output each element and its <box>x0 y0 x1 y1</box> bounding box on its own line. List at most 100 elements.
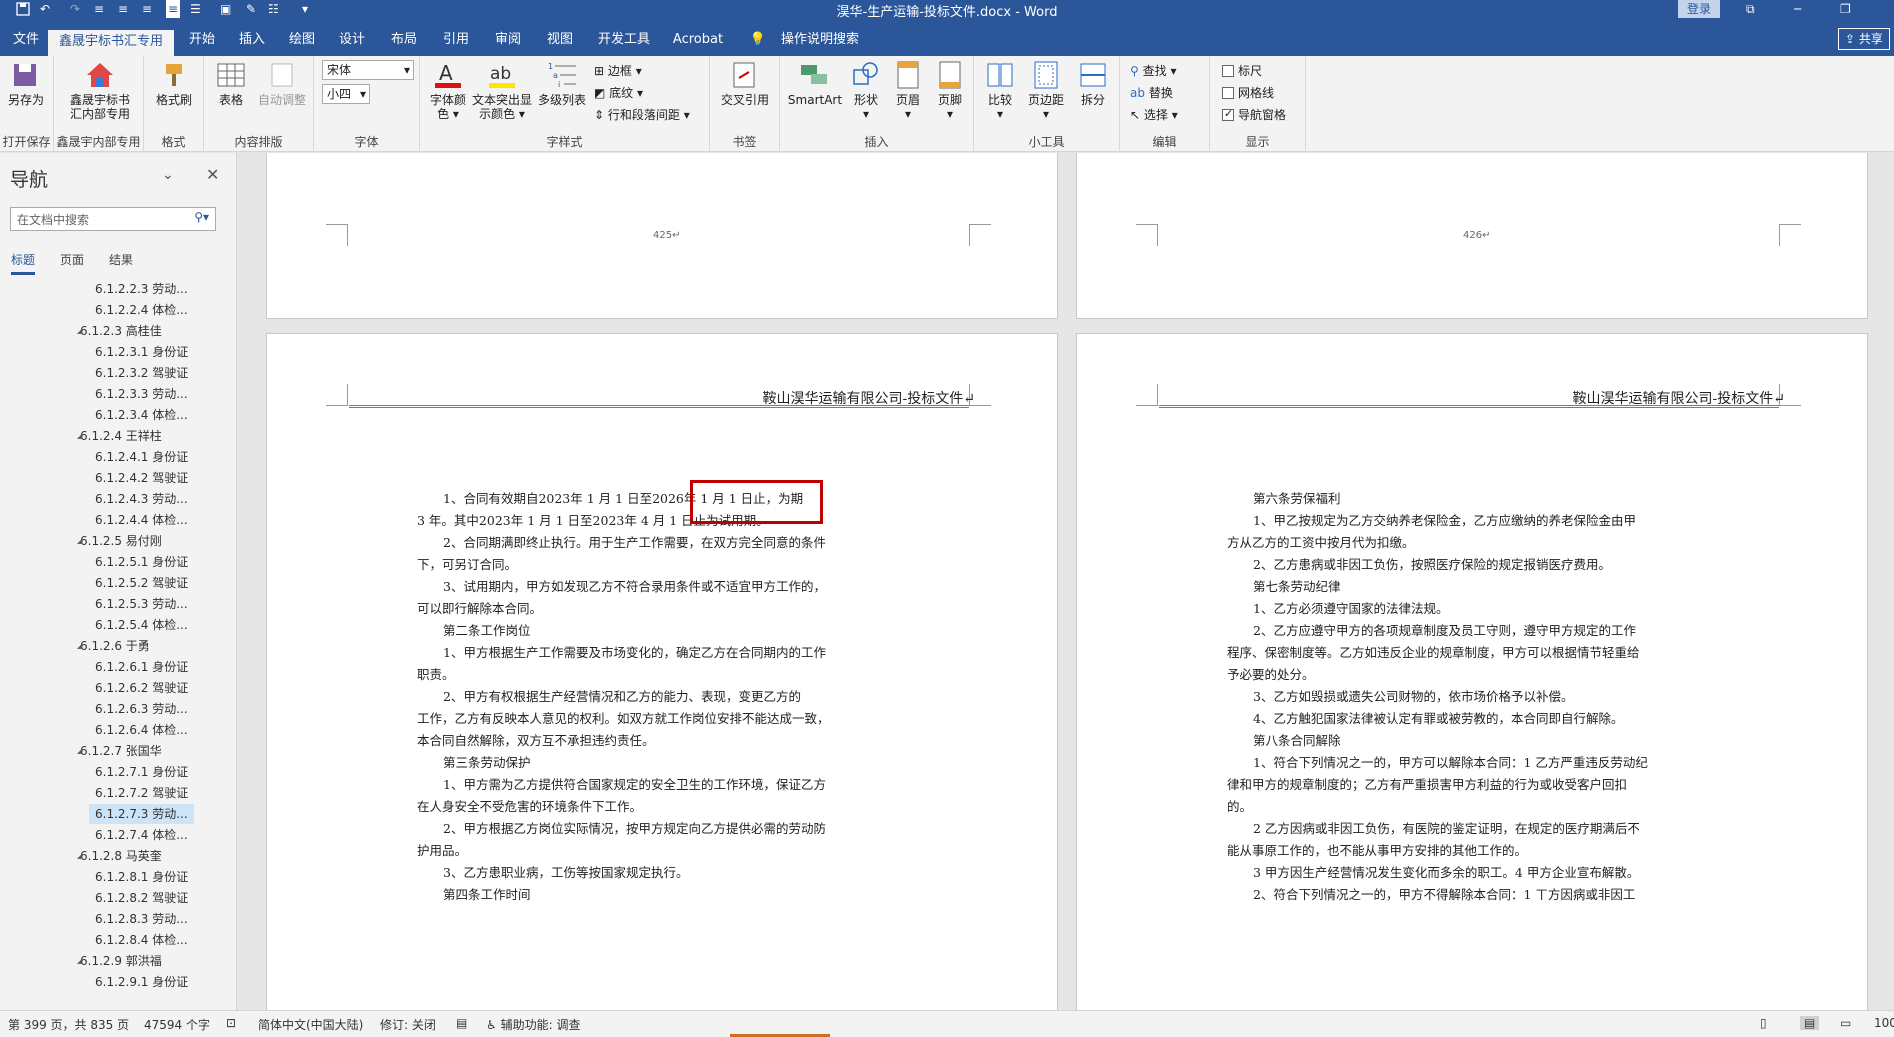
gridlines-checkbox[interactable]: 网格线 <box>1222 84 1274 101</box>
nav-item[interactable]: 6.1.2.2.3 劳动... <box>0 279 236 300</box>
nav-item[interactable]: 6.1.2.3.3 劳动... <box>0 384 236 405</box>
split-button[interactable]: 拆分 <box>1072 60 1114 107</box>
macro-icon[interactable]: ▤ <box>456 1016 467 1030</box>
nav-item[interactable]: 6.1.2.7.1 身份证 <box>0 762 236 783</box>
highlight-button[interactable]: ab 文本突出显 示颜色 ▾ <box>470 60 534 121</box>
nav-item[interactable]: 6.1.2.9.1 身份证 <box>0 972 236 993</box>
nav-tab-pages[interactable]: 页面 <box>60 251 84 268</box>
tab-draw[interactable]: 绘图 <box>280 28 324 56</box>
proofing-icon[interactable]: ⊡ <box>226 1016 236 1030</box>
nav-item[interactable]: 6.1.2.6 于勇 <box>0 636 236 657</box>
minimize-icon[interactable]: ─ <box>1794 0 1801 18</box>
web-layout-icon[interactable]: ▭ <box>1840 1016 1851 1030</box>
nav-item[interactable]: 6.1.2.3.1 身份证 <box>0 342 236 363</box>
border-button[interactable]: ⊞ 边框 ▾ <box>594 62 642 79</box>
shapes-button[interactable]: 形状 ▾ <box>846 60 886 121</box>
language-status[interactable]: 简体中文(中国大陆) <box>258 1016 363 1033</box>
nav-item[interactable]: 6.1.2.6.4 体检... <box>0 720 236 741</box>
nav-item[interactable]: 6.1.2.8.1 身份证 <box>0 867 236 888</box>
track-changes-status[interactable]: 修订: 关闭 <box>380 1016 436 1033</box>
nav-options-icon[interactable]: ⌄ <box>162 167 174 183</box>
tell-me-search[interactable]: 操作说明搜索 <box>770 28 870 56</box>
nav-item[interactable]: 6.1.2.8.4 体检... <box>0 930 236 951</box>
shading-button[interactable]: ◩ 底纹 ▾ <box>594 84 643 101</box>
nav-item[interactable]: 6.1.2.8 马英奎 <box>0 846 236 867</box>
nav-item[interactable]: 6.1.2.7.3 劳动... <box>0 804 236 825</box>
nav-item[interactable]: 6.1.2.9 郭洪福 <box>0 951 236 972</box>
nav-item[interactable]: 6.1.2.3 高桂佳 <box>0 321 236 342</box>
close-icon[interactable]: ✕ <box>206 165 219 184</box>
tab-file[interactable]: 文件 <box>4 28 48 56</box>
tab-home[interactable]: 开始 <box>180 28 224 56</box>
zoom-level[interactable]: 100 <box>1874 1016 1894 1030</box>
find-button[interactable]: ⚲ 查找 ▾ <box>1130 62 1176 79</box>
document-area[interactable]: 425↵ 426↵ 鞍山淏华运输有限公司-投标文件↵ 1、合同有效期自2023年… <box>237 153 1894 1010</box>
nav-item[interactable]: 6.1.2.4.3 劳动... <box>0 489 236 510</box>
save-as-button[interactable]: 另存为 <box>2 60 50 107</box>
nav-item[interactable]: 6.1.2.8.2 驾驶证 <box>0 888 236 909</box>
replace-button[interactable]: ab 替换 <box>1130 84 1173 101</box>
nav-item[interactable]: 6.1.2.3.2 驾驶证 <box>0 363 236 384</box>
xsy-button[interactable]: 鑫晟宇标书 汇内部专用 <box>60 60 140 121</box>
format-painter-button[interactable]: 格式刷 <box>150 60 198 107</box>
tab-layout[interactable]: 布局 <box>382 28 426 56</box>
nav-item[interactable]: 6.1.2.6.1 身份证 <box>0 657 236 678</box>
tab-design[interactable]: 设计 <box>330 28 374 56</box>
multilevel-list-button[interactable]: 1ai 多级列表 <box>534 60 590 107</box>
autofit-button[interactable]: 自动调整 <box>254 60 310 107</box>
cross-reference-button[interactable]: 交叉引用 <box>716 60 774 107</box>
table-button[interactable]: 表格 <box>210 60 252 107</box>
nav-item[interactable]: 6.1.2.7.4 体检... <box>0 825 236 846</box>
nav-search-input[interactable]: 在文档中搜索 ⚲▾ <box>10 207 216 231</box>
nav-item[interactable]: 6.1.2.3.4 体检... <box>0 405 236 426</box>
nav-tab-results[interactable]: 结果 <box>109 251 133 268</box>
nav-item[interactable]: 6.1.2.6.2 驾驶证 <box>0 678 236 699</box>
ruler-checkbox[interactable]: 标尺 <box>1222 62 1262 79</box>
smartart-button[interactable]: SmartArt <box>786 60 844 107</box>
ribbon-display-icon[interactable]: ⧉ <box>1746 0 1755 18</box>
nav-pane-checkbox[interactable]: 导航窗格 <box>1222 106 1286 123</box>
nav-item[interactable]: 6.1.2.4 王祥柱 <box>0 426 236 447</box>
page-count[interactable]: 第 399 页，共 835 页 <box>8 1016 129 1033</box>
nav-item[interactable]: 6.1.2.8.3 劳动... <box>0 909 236 930</box>
line-spacing-button[interactable]: ⇕ 行和段落间距 ▾ <box>594 106 690 123</box>
nav-tab-headings[interactable]: 标题 <box>11 251 36 275</box>
word-count[interactable]: 47594 个字 <box>144 1016 210 1033</box>
nav-item[interactable]: 6.1.2.6.3 劳动... <box>0 699 236 720</box>
nav-item[interactable]: 6.1.2.7.2 驾驶证 <box>0 783 236 804</box>
nav-item[interactable]: 6.1.2.5.3 劳动... <box>0 594 236 615</box>
nav-item[interactable]: 6.1.2.7 张国华 <box>0 741 236 762</box>
tab-xsy[interactable]: 鑫晟宇标书汇专用 <box>48 30 174 58</box>
group-save-label: 打开保存 <box>2 135 51 149</box>
login-button[interactable]: 登录 <box>1678 0 1720 18</box>
tab-acrobat[interactable]: Acrobat <box>666 28 730 56</box>
print-layout-icon[interactable]: ▤ <box>1800 1016 1820 1030</box>
nav-item[interactable]: 6.1.2.4.4 体检... <box>0 510 236 531</box>
share-button[interactable]: ⇪ 共享 <box>1838 28 1890 50</box>
compare-button[interactable]: 比较 ▾ <box>980 60 1020 121</box>
nav-item[interactable]: 6.1.2.5.2 驾驶证 <box>0 573 236 594</box>
tab-review[interactable]: 审阅 <box>486 28 530 56</box>
highlight-box <box>690 480 823 524</box>
read-mode-icon[interactable]: ▯ <box>1760 1016 1767 1030</box>
margins-button[interactable]: 页边距 ▾ <box>1024 60 1068 121</box>
nav-item[interactable]: 6.1.2.5 易付刚 <box>0 531 236 552</box>
font-name-select[interactable]: 宋体 ▾ <box>322 60 414 80</box>
tab-view[interactable]: 视图 <box>538 28 582 56</box>
accessibility-status[interactable]: ♿ 辅助功能: 调查 <box>486 1016 580 1033</box>
restore-icon[interactable]: ❐ <box>1840 0 1851 18</box>
font-size-select[interactable]: 小四 ▾ <box>322 84 370 104</box>
nav-item[interactable]: 6.1.2.5.4 体检... <box>0 615 236 636</box>
header-button[interactable]: 页眉 ▾ <box>888 60 928 121</box>
nav-item[interactable]: 6.1.2.4.1 身份证 <box>0 447 236 468</box>
footer-button[interactable]: 页脚 ▾ <box>930 60 970 121</box>
search-icon[interactable]: ⚲▾ <box>194 210 209 224</box>
tab-developer[interactable]: 开发工具 <box>592 28 656 56</box>
font-color-button[interactable]: A 字体颜色 ▾ <box>428 60 468 121</box>
select-button[interactable]: ↖ 选择 ▾ <box>1130 106 1178 123</box>
tab-insert[interactable]: 插入 <box>230 28 274 56</box>
tab-references[interactable]: 引用 <box>434 28 478 56</box>
nav-item[interactable]: 6.1.2.5.1 身份证 <box>0 552 236 573</box>
nav-item[interactable]: 6.1.2.4.2 驾驶证 <box>0 468 236 489</box>
nav-item[interactable]: 6.1.2.2.4 体检... <box>0 300 236 321</box>
